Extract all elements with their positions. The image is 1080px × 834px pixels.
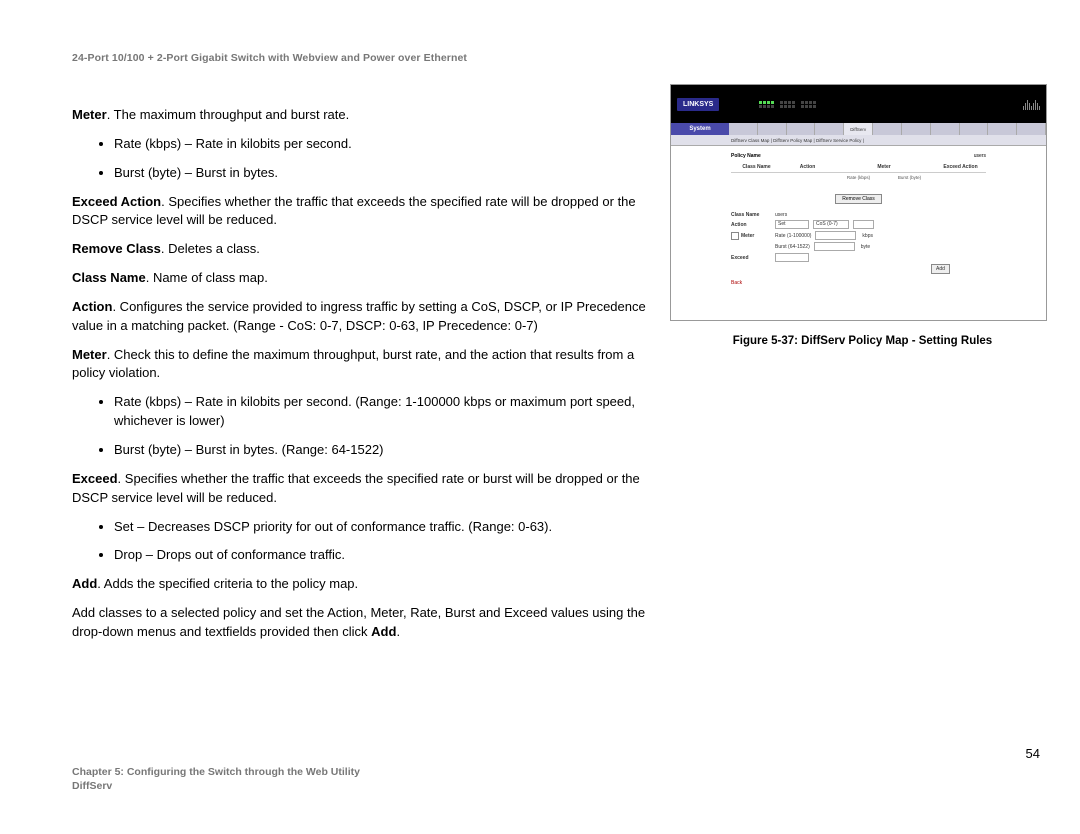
class-name-label: Class Name (72, 270, 146, 285)
burst-input (814, 242, 855, 251)
bullet: Set – Decreases DSCP priority for out of… (114, 518, 652, 537)
remove-class-label: Remove Class (72, 241, 161, 256)
cisco-logo-icon (1023, 98, 1040, 110)
bullet: Rate (kbps) – Rate in kilobits per secon… (114, 135, 652, 154)
meter-bullets: Rate (kbps) – Rate in kilobits per secon… (72, 135, 652, 183)
policy-name-label: Policy Name (731, 153, 791, 159)
meter2-label: Meter (72, 347, 107, 362)
form-rate-label: Rate (1-100000) (775, 233, 811, 239)
closing-post: . (396, 624, 400, 639)
policy-name-value: users (974, 153, 986, 159)
form-class-label: Class Name (731, 212, 771, 218)
meter2-text: . Check this to define the maximum throu… (72, 347, 634, 381)
add-button-fig: Add (931, 264, 950, 274)
sub-tabs: DiffServ Class Map | DiffServ Policy Map… (671, 135, 1046, 146)
action-label: Action (72, 299, 112, 314)
figure-screenshot: LINKSYS System DiffServ DiffServ Cl (670, 84, 1047, 321)
form-meter-label: Meter (741, 233, 754, 239)
bullet: Burst (byte) – Burst in bytes. (Range: 6… (114, 441, 652, 460)
diffserv-tab: DiffServ (844, 123, 873, 135)
closing-bold: Add (371, 624, 396, 639)
footer-section: DiffServ (72, 779, 1040, 794)
main-content: Meter. The maximum throughput and burst … (72, 74, 652, 652)
system-tab: System (671, 123, 729, 135)
page-header: 24-Port 10/100 + 2-Port Gigabit Switch w… (0, 0, 1080, 74)
rate-input (815, 231, 856, 240)
add-text: . Adds the specified criteria to the pol… (97, 576, 358, 591)
exceed2-text: . Specifies whether the traffic that exc… (72, 471, 640, 505)
action-value: CoS (0-7) (813, 220, 849, 229)
meter2-bullets: Rate (kbps) – Rate in kilobits per secon… (72, 393, 652, 460)
exceed2-label: Exceed (72, 471, 118, 486)
burst-unit: byte (861, 244, 870, 250)
figure-caption: Figure 5-37: DiffServ Policy Map - Setti… (670, 335, 1055, 347)
exceed2-bullets: Set – Decreases DSCP priority for out of… (72, 518, 652, 566)
linksys-logo: LINKSYS (677, 98, 719, 111)
exceed-action-label: Exceed Action (72, 194, 161, 209)
meter-checkbox (731, 232, 739, 240)
back-link: Back (731, 280, 986, 286)
form-action-label: Action (731, 222, 771, 228)
remove-class-text: . Deletes a class. (161, 241, 260, 256)
action-text: . Configures the service provided to ing… (72, 299, 646, 333)
th-meter: Meter (833, 164, 935, 170)
bullet: Burst (byte) – Burst in bytes. (114, 164, 652, 183)
remove-class-button: Remove Class (835, 194, 882, 204)
closing-pre: Add classes to a selected policy and set… (72, 605, 645, 639)
sub-rate: Rate (kbps) (833, 175, 884, 180)
th-exceed: Exceed Action (935, 164, 986, 170)
class-name-text: . Name of class map. (146, 270, 268, 285)
rate-unit: kbps (862, 233, 873, 239)
form-exceed-label: Exceed (731, 255, 771, 261)
form-burst-label: Burst (64-1522) (775, 244, 810, 250)
bullet: Rate (kbps) – Rate in kilobits per secon… (114, 393, 652, 431)
add-label: Add (72, 576, 97, 591)
footer-chapter: Chapter 5: Configuring the Switch throug… (72, 765, 1040, 780)
meter-text: . The maximum throughput and burst rate. (107, 107, 350, 122)
meter-label: Meter (72, 107, 107, 122)
th-class: Class Name (731, 164, 782, 170)
form-class-value: users (775, 212, 787, 218)
action-select: Set (775, 220, 809, 229)
th-action: Action (782, 164, 833, 170)
sub-burst: Burst (byte) (884, 175, 935, 180)
bullet: Drop – Drops out of conformance traffic. (114, 546, 652, 565)
page-number: 54 (72, 746, 1040, 761)
